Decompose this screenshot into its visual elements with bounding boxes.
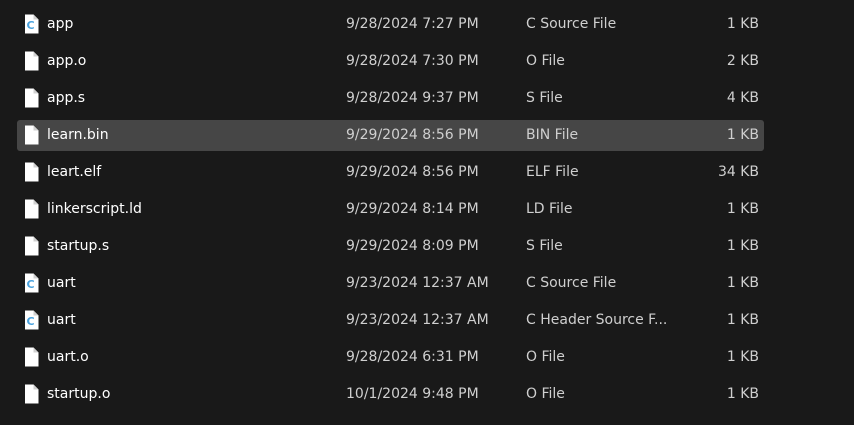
file-size: 1 KB: [726, 201, 759, 217]
file-name: uart: [47, 312, 76, 328]
c-header-file-icon: C: [24, 310, 39, 330]
file-type: O File: [526, 53, 565, 69]
file-row[interactable]: learn.bin 9/29/2024 8:56 PM BIN File 1 K…: [0, 117, 854, 154]
file-size: 4 KB: [726, 90, 759, 106]
file-row[interactable]: C uart 9/23/2024 12:37 AM C Source File …: [0, 265, 854, 302]
file-date-modified: 9/29/2024 8:56 PM: [346, 127, 479, 143]
file-size: 1 KB: [726, 127, 759, 143]
file-type: O File: [526, 386, 565, 402]
file-type: O File: [526, 349, 565, 365]
blank-file-icon: [24, 51, 39, 71]
file-date-modified: 9/29/2024 8:14 PM: [346, 201, 479, 217]
file-date-modified: 9/23/2024 12:37 AM: [346, 312, 489, 328]
svg-text:C: C: [26, 315, 34, 328]
blank-file-icon: [24, 384, 39, 404]
blank-file-icon: [24, 236, 39, 256]
file-row[interactable]: startup.s 9/29/2024 8:09 PM S File 1 KB: [0, 228, 854, 265]
blank-file-icon: [24, 88, 39, 108]
file-date-modified: 9/28/2024 7:27 PM: [346, 16, 479, 32]
file-type: LD File: [526, 201, 573, 217]
file-name: app: [47, 16, 74, 32]
file-row[interactable]: C uart 9/23/2024 12:37 AM C Header Sourc…: [0, 302, 854, 339]
file-name: startup.s: [47, 238, 110, 254]
file-row[interactable]: linkerscript.ld 9/29/2024 8:14 PM LD Fil…: [0, 191, 854, 228]
file-name: app.o: [47, 53, 87, 69]
file-row[interactable]: app.o 9/28/2024 7:30 PM O File 2 KB: [0, 43, 854, 80]
file-type: S File: [526, 90, 563, 106]
c-source-file-icon: C: [24, 14, 39, 34]
file-date-modified: 9/23/2024 12:37 AM: [346, 275, 489, 291]
file-name: uart.o: [47, 349, 89, 365]
blank-file-icon: [24, 199, 39, 219]
svg-text:C: C: [26, 19, 34, 32]
file-row[interactable]: app.s 9/28/2024 9:37 PM S File 4 KB: [0, 80, 854, 117]
file-size: 1 KB: [726, 275, 759, 291]
file-size: 1 KB: [726, 16, 759, 32]
file-type: BIN File: [526, 127, 579, 143]
file-type: S File: [526, 238, 563, 254]
file-name: startup.o: [47, 386, 111, 402]
file-size: 1 KB: [726, 349, 759, 365]
file-date-modified: 9/28/2024 7:30 PM: [346, 53, 479, 69]
file-name: uart: [47, 275, 76, 291]
file-size: 34 KB: [717, 164, 759, 180]
file-row[interactable]: startup.o 10/1/2024 9:48 PM O File 1 KB: [0, 376, 854, 413]
file-row[interactable]: leart.elf 9/29/2024 8:56 PM ELF File 34 …: [0, 154, 854, 191]
blank-file-icon: [24, 162, 39, 182]
file-name: linkerscript.ld: [47, 201, 142, 217]
file-row[interactable]: uart.o 9/28/2024 6:31 PM O File 1 KB: [0, 339, 854, 376]
file-type: C Source File: [526, 275, 617, 291]
c-source-file-icon: C: [24, 273, 39, 293]
file-name: learn.bin: [47, 127, 109, 143]
file-date-modified: 9/28/2024 9:37 PM: [346, 90, 479, 106]
file-date-modified: 10/1/2024 9:48 PM: [346, 386, 479, 402]
file-size: 1 KB: [726, 312, 759, 328]
file-size: 1 KB: [726, 386, 759, 402]
svg-text:C: C: [26, 278, 34, 291]
file-type: ELF File: [526, 164, 579, 180]
file-name: app.s: [47, 90, 86, 106]
file-date-modified: 9/29/2024 8:56 PM: [346, 164, 479, 180]
blank-file-icon: [24, 347, 39, 367]
file-date-modified: 9/29/2024 8:09 PM: [346, 238, 479, 254]
file-name: leart.elf: [47, 164, 102, 180]
file-size: 1 KB: [726, 238, 759, 254]
file-date-modified: 9/28/2024 6:31 PM: [346, 349, 479, 365]
file-list: C app 9/28/2024 7:27 PM C Source File 1 …: [0, 6, 854, 413]
blank-file-icon: [24, 125, 39, 145]
file-row[interactable]: C app 9/28/2024 7:27 PM C Source File 1 …: [0, 6, 854, 43]
file-type: C Source File: [526, 16, 617, 32]
file-size: 2 KB: [726, 53, 759, 69]
file-type: C Header Source F...: [526, 312, 668, 328]
